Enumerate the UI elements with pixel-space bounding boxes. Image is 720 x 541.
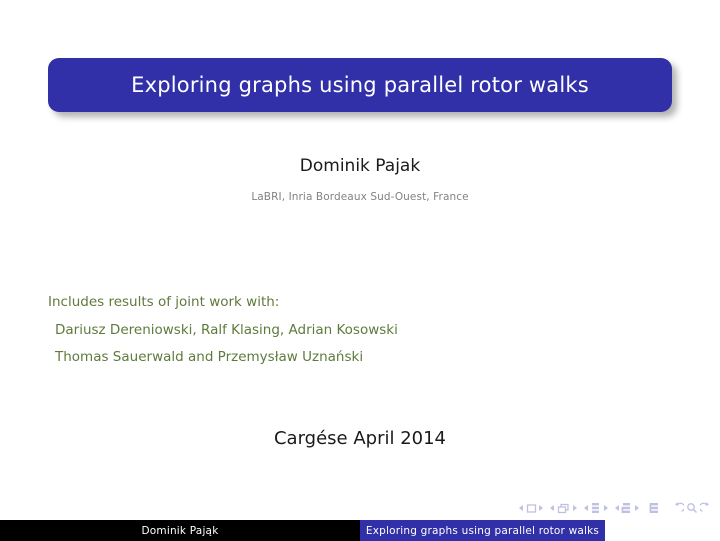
section-previous-icon[interactable] [614, 505, 619, 511]
frame-next-icon[interactable] [572, 505, 577, 511]
beamer-navigation-symbols [519, 500, 712, 516]
footline: Dominik Pająk Exploring graphs using par… [0, 520, 720, 541]
frame-previous-icon[interactable] [550, 505, 555, 511]
presentation-date: Cargése April 2014 [273, 428, 447, 449]
slide-icon[interactable] [526, 503, 537, 514]
slide-next-icon[interactable] [539, 505, 544, 511]
slide-navigation-group [519, 503, 544, 514]
document-icon[interactable] [649, 502, 660, 514]
title-block: Exploring graphs using parallel rotor wa… [48, 58, 672, 112]
subsection-icon[interactable] [590, 502, 601, 514]
section-next-icon[interactable] [635, 505, 639, 511]
joint-work-heading: Includes results of joint work with: [48, 294, 280, 310]
search-icon[interactable] [686, 502, 698, 514]
joint-work-block: Includes results of joint work with: Dar… [48, 294, 648, 379]
document-navigation-group [672, 502, 712, 514]
frame-icon[interactable] [557, 503, 570, 514]
frame-navigation-group [550, 503, 577, 514]
joint-work-collaborators-line-2: Thomas Sauerwald and Przemysław Uznański [55, 349, 364, 365]
author-institute: LaBRI, Inria Bordeaux Sud-Ouest, France [251, 191, 469, 203]
go-back-icon[interactable] [672, 502, 686, 514]
page-title: Exploring graphs using parallel rotor wa… [131, 72, 589, 97]
slide-previous-icon[interactable] [519, 505, 524, 511]
footline-title: Exploring graphs using parallel rotor wa… [360, 520, 605, 541]
title-box: Exploring graphs using parallel rotor wa… [48, 58, 672, 112]
author-name: Dominik Pajak [299, 156, 421, 176]
footline-author: Dominik Pająk [0, 520, 360, 541]
section-navigation-group [614, 502, 639, 514]
go-forward-icon[interactable] [698, 502, 712, 514]
subsection-navigation-group [583, 502, 608, 514]
subsection-previous-icon[interactable] [583, 505, 588, 511]
section-icon[interactable] [621, 502, 632, 514]
footline-filler [605, 520, 720, 541]
subsection-next-icon[interactable] [603, 505, 608, 511]
joint-work-collaborators-line-1: Dariusz Dereniowski, Ralf Klasing, Adria… [55, 321, 398, 338]
